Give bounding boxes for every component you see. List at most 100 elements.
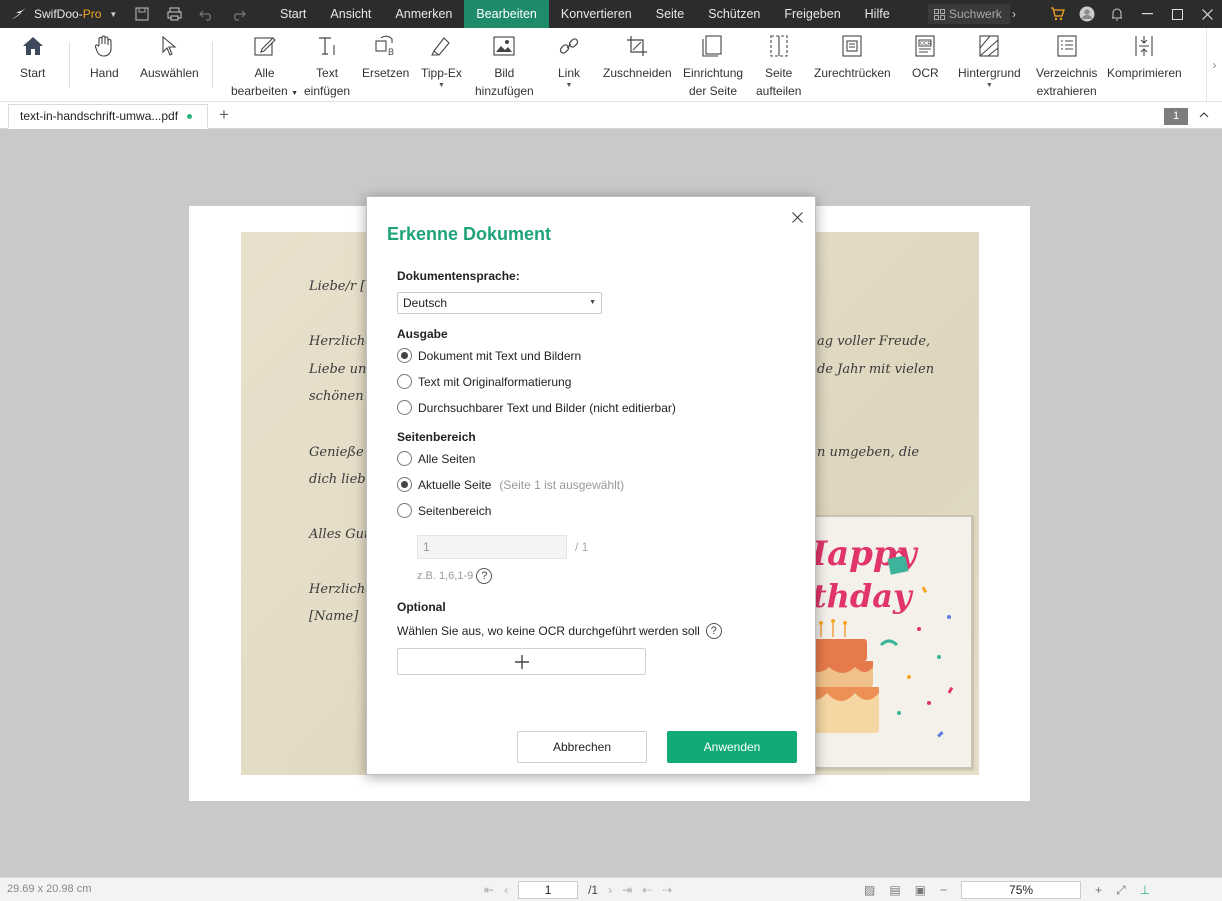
replace-icon: B <box>374 34 398 58</box>
page-range-total: / 1 <box>575 540 589 554</box>
output-label: Ausgabe <box>397 327 448 341</box>
search-placeholder: Suchwerk <box>949 7 1002 21</box>
page-range-input[interactable]: 1 <box>417 535 567 559</box>
tool-label: OCR <box>912 66 939 80</box>
apply-button[interactable]: Anwenden <box>667 731 797 763</box>
bell-icon[interactable] <box>1102 0 1132 28</box>
radio-button[interactable] <box>397 503 412 518</box>
back-view-icon[interactable]: ⇠ <box>642 883 652 897</box>
tool-edit-all[interactable]: Alle bearbeiten ▼ <box>231 34 298 103</box>
handwriting-line: schönen <box>309 389 364 404</box>
tool-label: Hand <box>90 66 119 80</box>
app-menu-dropdown-icon[interactable]: ▼ <box>109 10 117 19</box>
tool-hand[interactable]: Hand <box>90 34 119 82</box>
redo-icon[interactable] <box>229 5 247 23</box>
menu-schuetzen[interactable]: Schützen <box>696 0 772 28</box>
tool-background[interactable]: Hintergrund ▼ <box>958 34 1021 90</box>
plus-icon <box>514 654 529 669</box>
menu-ansicht[interactable]: Ansicht <box>318 0 383 28</box>
user-avatar-icon[interactable] <box>1072 0 1102 28</box>
menu-freigeben[interactable]: Freigeben <box>772 0 852 28</box>
fill-mode-icon[interactable]: ▨ <box>864 883 875 897</box>
tool-select[interactable]: Auswählen <box>140 34 199 82</box>
print-icon[interactable] <box>165 5 183 23</box>
chevron-right-icon[interactable]: › <box>1012 0 1016 28</box>
forward-view-icon[interactable]: ⇢ <box>662 883 672 897</box>
tool-link[interactable]: Link ▼ <box>557 34 581 90</box>
add-tab-icon[interactable]: + <box>219 105 229 125</box>
handwriting-line: dich liebe <box>309 472 374 487</box>
status-bar: 29.69 x 20.98 cm ⇤ ‹ 1 /1 › ⇥ ⇠ ⇢ ▨ ▤ ▣ … <box>0 877 1222 901</box>
next-page-icon[interactable]: › <box>608 883 612 897</box>
pin-icon[interactable]: ⊥ <box>1140 883 1150 897</box>
zoom-in-icon[interactable]: + <box>1095 883 1102 897</box>
help-icon[interactable]: ? <box>476 568 493 584</box>
tool-insert-text[interactable]: Text einfügen <box>304 34 350 100</box>
menu-anmerken[interactable]: Anmerken <box>383 0 464 28</box>
chevron-up-icon[interactable] <box>1197 108 1211 122</box>
radio-button[interactable] <box>397 400 412 415</box>
tool-page-setup[interactable]: Einrichtung der Seite <box>683 34 743 100</box>
search-box[interactable]: Suchwerk <box>928 4 1010 24</box>
tool-compress[interactable]: Komprimieren <box>1107 34 1182 82</box>
card-text-birthday: rthday <box>799 577 914 615</box>
ribbon-scroll-right-icon[interactable]: › <box>1206 28 1222 102</box>
prev-page-icon[interactable]: ‹ <box>504 883 508 897</box>
add-exclusion-area-button[interactable] <box>397 648 646 675</box>
minimize-icon[interactable] <box>1132 0 1162 28</box>
radio-button-checked[interactable] <box>397 477 412 492</box>
radio-range-all[interactable]: Alle Seiten <box>397 451 475 466</box>
tool-start[interactable]: Start <box>20 34 45 82</box>
menu-konvertieren[interactable]: Konvertieren <box>549 0 644 28</box>
image-icon <box>492 34 516 58</box>
cart-icon[interactable] <box>1042 0 1072 28</box>
radio-button[interactable] <box>397 451 412 466</box>
document-tab[interactable]: text-in-handschrift-umwa...pdf <box>8 104 208 129</box>
radio-output-text-images[interactable]: Dokument mit Text und Bildern <box>397 348 581 363</box>
view-controls: ▨ ▤ ▣ − 75% + ⤢ ⊥ <box>864 881 1150 899</box>
tool-split-page[interactable]: Seite aufteilen <box>756 34 801 100</box>
radio-range-current[interactable]: Aktuelle Seite (Seite 1 ist ausgewählt) <box>397 477 624 492</box>
tool-typex[interactable]: Tipp-Ex ▼ <box>421 34 462 90</box>
svg-text:OCR: OCR <box>920 41 932 47</box>
total-pages: /1 <box>588 883 599 897</box>
last-page-icon[interactable]: ⇥ <box>622 883 632 897</box>
radio-button[interactable] <box>397 374 412 389</box>
fit-page-icon[interactable]: ▣ <box>915 883 926 897</box>
tool-label-2: bearbeiten ▼ <box>231 84 298 98</box>
radio-output-searchable[interactable]: Durchsuchbarer Text und Bilder (nicht ed… <box>397 400 676 415</box>
example-text: z.B. 1,6,1-9 <box>417 570 474 582</box>
zoom-level-input[interactable]: 75% <box>961 881 1082 899</box>
radio-range-custom[interactable]: Seitenbereich <box>397 503 491 518</box>
undo-icon[interactable] <box>197 5 215 23</box>
optional-description-text: Wählen Sie aus, wo keine OCR durchgeführ… <box>397 624 700 638</box>
tool-extract-toc[interactable]: Verzeichnis extrahieren <box>1036 34 1097 100</box>
radio-output-original-format[interactable]: Text mit Originalformatierung <box>397 374 571 389</box>
fullscreen-icon[interactable]: ⤢ <box>1116 883 1126 898</box>
menu-hilfe[interactable]: Hilfe <box>853 0 902 28</box>
tool-replace[interactable]: B Ersetzen <box>362 34 409 82</box>
current-page-input[interactable]: 1 <box>518 881 579 899</box>
menu-seite[interactable]: Seite <box>644 0 697 28</box>
search-grid-icon <box>934 8 945 20</box>
tool-crop[interactable]: Zuschneiden <box>603 34 672 82</box>
close-icon[interactable] <box>790 210 804 224</box>
tool-add-image[interactable]: Bild hinzufügen <box>475 34 534 100</box>
cancel-button[interactable]: Abbrechen <box>517 731 647 763</box>
radio-button-checked[interactable] <box>397 348 412 363</box>
dropdown-caret-icon: ▼ <box>565 82 573 89</box>
tool-ocr[interactable]: OCR OCR <box>912 34 939 82</box>
menu-start[interactable]: Start <box>268 0 318 28</box>
quick-access-toolbar <box>133 5 247 23</box>
save-icon[interactable] <box>133 5 151 23</box>
maximize-icon[interactable] <box>1162 0 1192 28</box>
help-icon[interactable]: ? <box>705 623 722 639</box>
close-window-icon[interactable] <box>1192 0 1222 28</box>
page-layout-icon[interactable]: ▤ <box>889 883 900 897</box>
ocr-dialog: Erkenne Dokument Dokumentensprache: Deut… <box>366 196 816 775</box>
tool-straighten[interactable]: Zurechtrücken <box>814 34 891 82</box>
language-select[interactable]: Deutsch ▼ <box>397 292 602 314</box>
zoom-out-icon[interactable]: − <box>940 883 947 897</box>
menu-bearbeiten[interactable]: Bearbeiten <box>464 0 549 28</box>
first-page-icon[interactable]: ⇤ <box>484 883 494 897</box>
